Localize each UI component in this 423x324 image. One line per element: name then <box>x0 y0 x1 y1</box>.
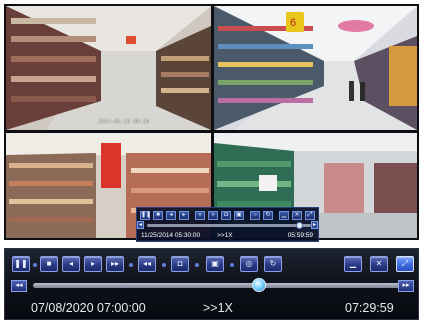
svg-text:6: 6 <box>290 17 296 29</box>
mini-fullscreen-icon[interactable]: ⤢ <box>305 211 315 220</box>
start-time: 07/08/2020 07:00:00 <box>31 301 146 315</box>
step-back-icon[interactable]: ◂ <box>62 256 80 272</box>
mini-control-row: ❚❚ ■ ◂ ▸ « » ◘ ▣ ○ ↻ ▁ ✕ ⤢ <box>140 211 315 221</box>
mini-speed: >>1X <box>217 232 233 239</box>
mini-pause-icon[interactable]: ❚❚ <box>140 211 151 220</box>
mini-progress-knob[interactable] <box>296 222 304 229</box>
camera-view-1[interactable]: 2014-06-16 08:30 <box>6 6 211 130</box>
mini-progress-track[interactable] <box>147 222 311 229</box>
end-time: 07:29:59 <box>345 301 394 315</box>
zoom-icon[interactable]: ◎ <box>240 256 258 272</box>
loop-icon[interactable]: ↻ <box>264 256 282 272</box>
mini-snapshot-icon[interactable]: ◘ <box>221 211 231 220</box>
separator-dot <box>129 263 133 267</box>
fast-forward-icon[interactable]: ▸▸ <box>106 256 124 272</box>
camera-1-timestamp: 2014-06-16 08:30 <box>98 119 150 125</box>
stop-icon[interactable]: ■ <box>40 256 58 272</box>
camera-1-image <box>6 6 211 130</box>
mini-stop-icon[interactable]: ■ <box>153 211 163 220</box>
mini-playback-bar[interactable]: ❚❚ ■ ◂ ▸ « » ◘ ▣ ○ ↻ ▁ ✕ ⤢ ◂ ▸ 11/25/201… <box>136 207 319 242</box>
close-icon[interactable]: ✕ <box>370 256 388 272</box>
snapshot-icon[interactable]: ◘ <box>171 256 189 272</box>
rewind-icon[interactable]: ◂◂ <box>138 256 156 272</box>
mini-step-back-icon[interactable]: ◂ <box>166 211 176 220</box>
progress-knob[interactable] <box>251 278 266 292</box>
camera-view-2[interactable]: 6 <box>214 6 417 130</box>
mini-zoom-icon[interactable]: ○ <box>250 211 260 220</box>
mini-step-forward-icon[interactable]: ▸ <box>179 211 189 220</box>
playback-control-row: ❚❚ ■ ◂ ▸ ▸▸ ◂◂ ◘ ▣ ◎ ↻ ▁ ✕ ⤢ <box>10 254 414 278</box>
mini-end-time: 05:59:59 <box>287 232 313 239</box>
mini-save-clip-icon[interactable]: ▣ <box>234 211 244 220</box>
progress-track[interactable] <box>33 278 403 292</box>
save-clip-icon[interactable]: ▣ <box>206 256 224 272</box>
mini-rewind-icon[interactable]: « <box>195 211 205 220</box>
camera-grid: 2014-06-16 08:30 6 ❚❚ ■ ◂ ▸ « » ◘ ▣ ○ ↻ … <box>4 4 419 242</box>
separator-dot <box>195 263 199 267</box>
separator-dot <box>33 263 37 267</box>
mini-loop-icon[interactable]: ↻ <box>263 211 273 220</box>
step-forward-icon[interactable]: ▸ <box>84 256 102 272</box>
minimize-icon[interactable]: ▁ <box>344 256 362 272</box>
mini-jump-start-icon[interactable]: ◂ <box>137 221 144 229</box>
mini-minimize-icon[interactable]: ▁ <box>279 211 289 220</box>
mini-start-time: 11/25/2014 05:30:00 <box>141 232 201 239</box>
pause-icon[interactable]: ❚❚ <box>12 256 30 272</box>
separator-dot <box>230 263 234 267</box>
mini-jump-end-icon[interactable]: ▸ <box>311 221 318 229</box>
camera-2-image: 6 <box>214 6 417 130</box>
jump-start-icon[interactable]: ◂◂ <box>11 280 27 292</box>
fullscreen-icon[interactable]: ⤢ <box>396 256 414 272</box>
jump-end-icon[interactable]: ▸▸ <box>398 280 414 292</box>
separator-dot <box>162 263 166 267</box>
mini-close-icon[interactable]: ✕ <box>292 211 302 220</box>
playback-bar: ❚❚ ■ ◂ ▸ ▸▸ ◂◂ ◘ ▣ ◎ ↻ ▁ ✕ ⤢ ◂◂ ▸▸ 07/08… <box>4 248 419 320</box>
playback-speed: >>1X <box>203 301 233 315</box>
mini-fast-forward-icon[interactable]: » <box>208 211 218 220</box>
